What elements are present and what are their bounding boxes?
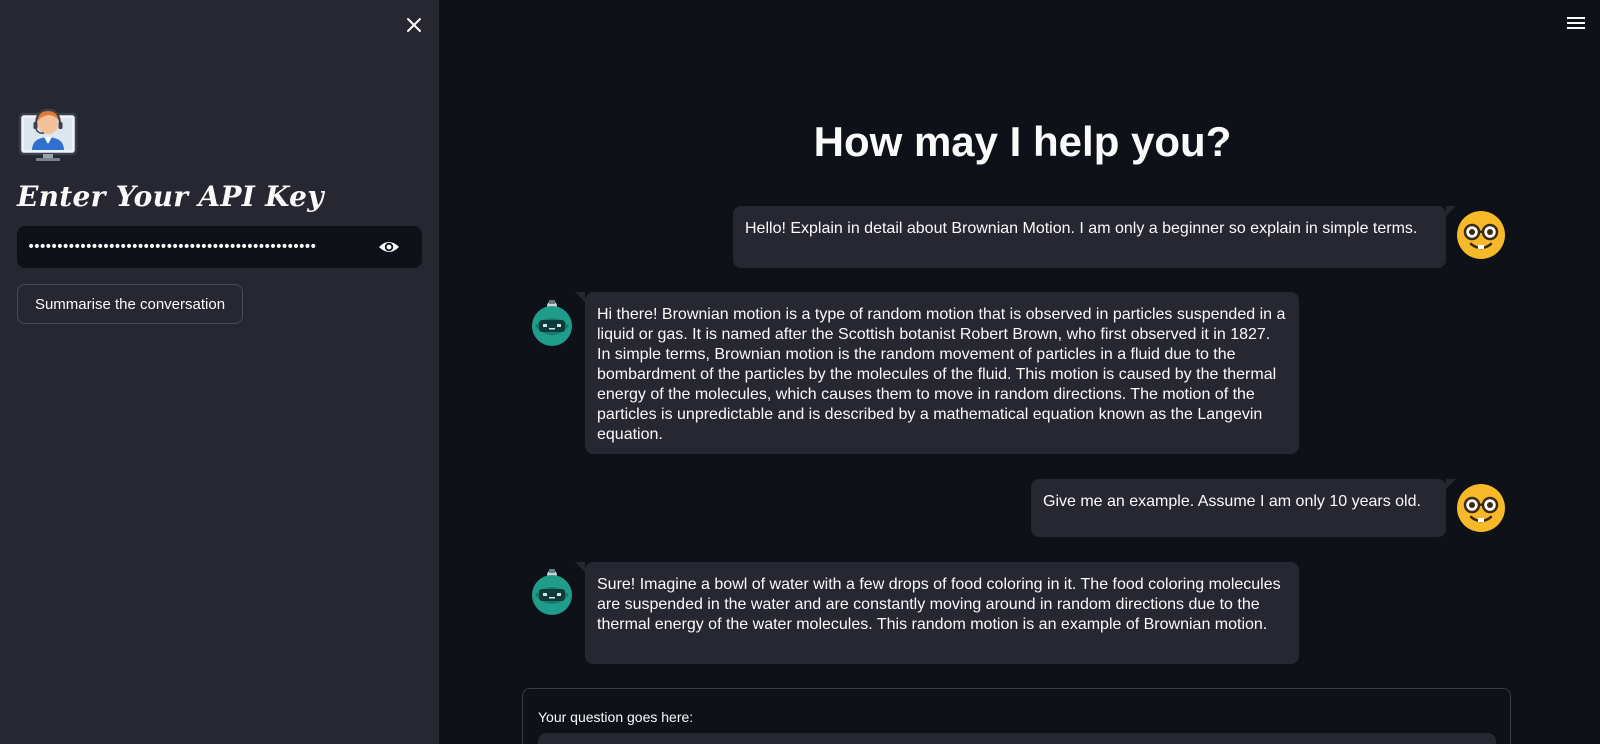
summarise-button[interactable]: Summarise the conversation bbox=[17, 284, 243, 324]
support-agent-computer-icon bbox=[18, 98, 78, 162]
user-message: Give me an example. Assume I am only 10 … bbox=[1031, 479, 1456, 537]
nerd-face-icon bbox=[1456, 483, 1506, 533]
page-title-text: How may I help you? bbox=[813, 118, 1232, 165]
nerd-face-icon bbox=[1456, 210, 1506, 260]
assistant-message-text: Hi there! Brownian motion is a type of r… bbox=[597, 306, 1286, 443]
assistant-message-text: Sure! Imagine a bowl of water with a few… bbox=[597, 576, 1281, 633]
hamburger-menu-icon[interactable] bbox=[1567, 15, 1585, 31]
user-message-text: Hello! Explain in detail about Brownian … bbox=[745, 220, 1418, 237]
user-message: Hello! Explain in detail about Brownian … bbox=[733, 206, 1456, 268]
question-input[interactable] bbox=[538, 733, 1496, 744]
page-title: How may I help you? bbox=[439, 118, 1600, 166]
app-root: Enter Your API Key •••••••••••••••••••••… bbox=[0, 0, 1600, 744]
assistant-message: Hi there! Brownian motion is a type of r… bbox=[575, 292, 1299, 454]
user-message-text: Give me an example. Assume I am only 10 … bbox=[1043, 493, 1421, 510]
question-label: Your question goes here: bbox=[538, 709, 694, 725]
api-key-heading: Enter Your API Key bbox=[17, 180, 324, 213]
robot-icon bbox=[527, 298, 577, 348]
question-form: Your question goes here: bbox=[522, 688, 1511, 744]
assistant-message: Sure! Imagine a bowl of water with a few… bbox=[575, 562, 1299, 664]
robot-icon bbox=[527, 567, 577, 617]
close-icon[interactable] bbox=[404, 15, 424, 35]
api-key-field[interactable]: ••••••••••••••••••••••••••••••••••••••••… bbox=[17, 226, 422, 268]
eye-icon[interactable] bbox=[378, 237, 400, 257]
api-key-input[interactable]: ••••••••••••••••••••••••••••••••••••••••… bbox=[27, 226, 367, 268]
sidebar: Enter Your API Key •••••••••••••••••••••… bbox=[0, 0, 439, 744]
